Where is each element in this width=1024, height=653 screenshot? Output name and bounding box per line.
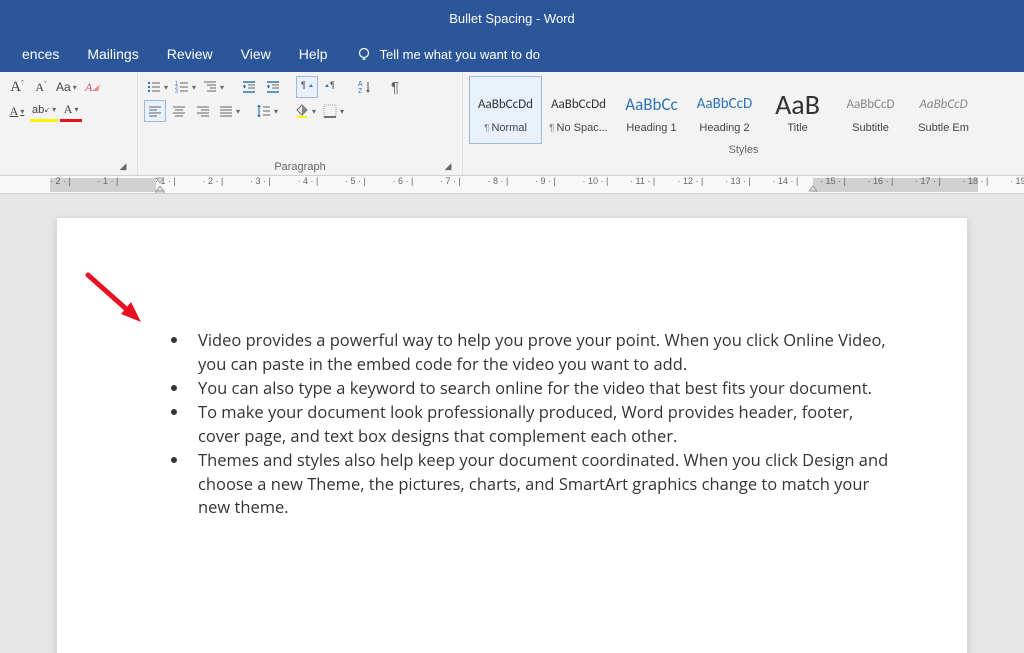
paragraph-group-label: Paragraph ◢ [144,161,456,175]
horizontal-ruler[interactable]: · 2 · | · 1 · | · 1 · | · 2 · | · 3 · | … [0,176,1024,194]
document-area: Video provides a powerful way to help yo… [0,194,1024,653]
style-name-label: ¶Normal [484,122,527,134]
style-preview: AaBbCcD [919,86,967,122]
style-no-spac-[interactable]: AaBbCcDd¶No Spac... [542,76,615,144]
tab-review[interactable]: Review [153,38,227,70]
change-case-button[interactable]: Aa▾ [54,76,79,98]
right-indent-marker-icon[interactable] [808,176,818,194]
titlebar: Bullet Spacing - Word [0,0,1024,36]
style-preview: AaBbCcDd [551,86,606,122]
style-name-label: Heading 1 [626,122,676,134]
list-item[interactable]: To make your document look professionall… [190,400,897,448]
numbering-button[interactable]: 123▾ [172,76,198,98]
line-spacing-button[interactable]: ▾ [254,100,280,122]
style-name-label: Subtitle [852,122,889,134]
shading-button[interactable]: ▾ [292,100,318,122]
style-preview: AaBbCc [625,86,677,122]
align-right-button[interactable] [192,100,214,122]
paragraph-dialog-launcher-icon[interactable]: ◢ [442,161,454,173]
svg-text:A: A [358,81,363,88]
highlight-button[interactable]: ab↙▾ [30,100,58,122]
bullets-button[interactable]: ▾ [144,76,170,98]
svg-text:¶: ¶ [330,80,335,90]
tab-help[interactable]: Help [285,38,342,70]
window-title: Bullet Spacing - Word [449,11,575,26]
underline-button[interactable]: A▾ [6,100,28,122]
annotation-arrow-icon [83,270,153,330]
multilevel-list-button[interactable]: ▾ [200,76,226,98]
rtl-direction-button[interactable]: ¶ [320,76,342,98]
style-preview: AaBbCcD [846,86,894,122]
tell-me-label: Tell me what you want to do [380,47,540,62]
tell-me-search[interactable]: Tell me what you want to do [342,38,554,70]
justify-button[interactable]: ▾ [216,100,242,122]
font-dialog-launcher-icon[interactable]: ◢ [117,161,129,173]
clear-formatting-button[interactable]: A◢ [81,76,103,98]
list-item[interactable]: Video provides a powerful way to help yo… [190,328,897,376]
style-preview: AaB [775,86,820,122]
show-hide-marks-button[interactable]: ¶ [384,76,406,98]
style-subtitle[interactable]: AaBbCcDSubtitle [834,76,907,144]
align-left-button[interactable] [144,100,166,122]
ltr-direction-button[interactable]: ¶ [296,76,318,98]
style-subtle-em[interactable]: AaBbCcDSubtle Em [907,76,980,144]
borders-button[interactable]: ▾ [320,100,346,122]
lightbulb-icon [356,46,372,62]
font-group-label: ◢ [6,173,131,175]
increase-indent-button[interactable] [262,76,284,98]
style-heading-2[interactable]: AaBbCcDHeading 2 [688,76,761,144]
style-name-label: Subtle Em [918,122,969,134]
style-normal[interactable]: AaBbCcDd¶Normal [469,76,542,144]
style-name-label: Title [787,122,807,134]
ribbon: Aˆ Aˇ Aa▾ A◢ A▾ ab↙▾ A▾ ◢ ▾ 123▾ ▾ [0,72,1024,176]
svg-text:3: 3 [175,89,178,95]
ruler-scale: · 2 · | · 1 · | · 1 · | · 2 · | · 3 · | … [50,176,1024,193]
styles-group: AaBbCcDd¶NormalAaBbCcDd¶No Spac...AaBbCc… [463,72,1024,175]
tab-references-partial[interactable]: ences [8,38,73,70]
sort-button[interactable]: AZ [354,76,376,98]
svg-text:Z: Z [358,88,363,95]
indent-marker-icon[interactable] [155,176,165,194]
list-item[interactable]: Themes and styles also help keep your do… [190,448,897,520]
style-preview: AaBbCcD [697,86,752,122]
style-preview: AaBbCcDd [478,86,533,122]
svg-text:¶: ¶ [301,80,306,90]
font-color-button[interactable]: A▾ [60,100,82,122]
menubar: ences Mailings Review View Help Tell me … [0,36,1024,72]
page[interactable]: Video provides a powerful way to help yo… [57,218,967,653]
style-name-label: ¶No Spac... [549,122,608,134]
style-heading-1[interactable]: AaBbCcHeading 1 [615,76,688,144]
styles-group-label: Styles [469,144,1018,158]
bullet-list[interactable]: Video provides a powerful way to help yo… [172,328,897,519]
decrease-indent-button[interactable] [238,76,260,98]
tab-view[interactable]: View [227,38,285,70]
align-center-button[interactable] [168,100,190,122]
style-title[interactable]: AaBTitle [761,76,834,144]
styles-gallery[interactable]: AaBbCcDd¶NormalAaBbCcDd¶No Spac...AaBbCc… [469,76,1018,144]
list-item[interactable]: You can also type a keyword to search on… [190,376,897,400]
grow-font-button[interactable]: Aˆ [6,76,28,98]
font-group: Aˆ Aˇ Aa▾ A◢ A▾ ab↙▾ A▾ ◢ [0,72,138,175]
shrink-font-button[interactable]: Aˇ [30,76,52,98]
style-name-label: Heading 2 [699,122,749,134]
tab-mailings[interactable]: Mailings [73,38,152,70]
paragraph-group: ▾ 123▾ ▾ ¶ ¶ AZ ¶ ▾ ▾ [138,72,463,175]
